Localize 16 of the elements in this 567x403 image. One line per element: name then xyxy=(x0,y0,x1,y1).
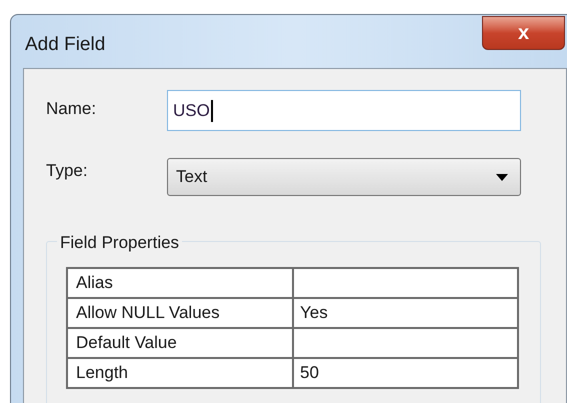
name-value: USO xyxy=(173,100,210,122)
dropdown-arrow-icon xyxy=(496,174,508,180)
type-label: Type: xyxy=(46,160,89,182)
property-name-cell: Default Value xyxy=(67,328,293,358)
property-value-cell[interactable]: Yes xyxy=(293,298,518,328)
property-value-cell[interactable] xyxy=(293,328,518,358)
property-name-cell: Alias xyxy=(67,268,293,298)
property-value-cell[interactable]: 50 xyxy=(293,358,518,388)
window-title: Add Field xyxy=(25,33,106,57)
name-input-field[interactable]: USO xyxy=(167,90,521,131)
property-name-cell: Allow NULL Values xyxy=(67,298,293,328)
name-label: Name: xyxy=(46,98,98,120)
type-dropdown[interactable]: Text xyxy=(167,158,521,196)
close-button[interactable]: x xyxy=(482,16,565,50)
property-name-cell: Length xyxy=(67,358,293,388)
property-value-cell[interactable] xyxy=(293,268,518,298)
